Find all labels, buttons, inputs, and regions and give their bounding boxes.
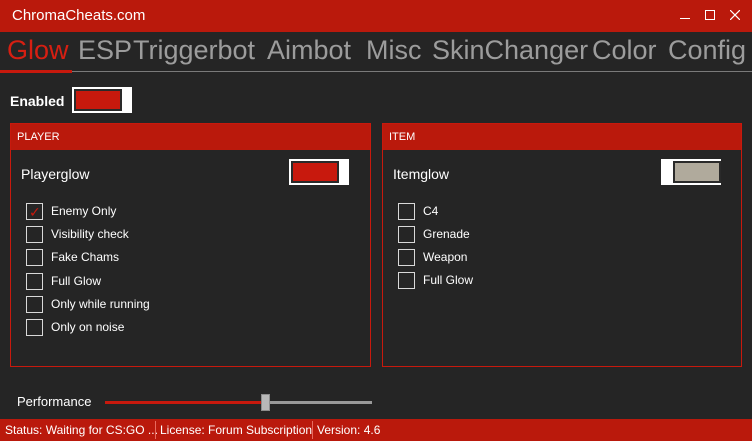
enabled-label: Enabled <box>10 93 65 109</box>
option-label: Enemy Only <box>51 204 117 218</box>
close-button[interactable] <box>726 6 744 24</box>
performance-label: Performance <box>17 394 92 409</box>
close-icon <box>730 10 740 20</box>
option-label: Full Glow <box>51 274 102 288</box>
checkbox[interactable] <box>398 226 415 243</box>
itemglow-toggle-knob <box>663 161 673 183</box>
checkbox[interactable] <box>26 319 43 336</box>
option-label: Visibility check <box>51 227 129 241</box>
option-label: Only while running <box>51 297 150 311</box>
item-panel-header: ITEM <box>383 124 741 150</box>
tab-glow[interactable]: Glow <box>7 35 69 66</box>
minimize-button[interactable] <box>676 6 694 24</box>
maximize-button[interactable] <box>701 6 719 24</box>
checkbox[interactable] <box>398 203 415 220</box>
app-title: ChromaCheats.com <box>12 7 146 24</box>
checkbox[interactable] <box>398 249 415 266</box>
player-panel: PLAYER Playerglow ✓ Enemy Only Visibilit… <box>10 123 371 367</box>
license-text: License: Forum Subscription <box>160 423 313 437</box>
checkbox[interactable] <box>26 226 43 243</box>
checkmark-icon: ✓ <box>29 204 41 220</box>
performance-slider-fill <box>105 401 265 404</box>
option-label: Fake Chams <box>51 250 120 264</box>
status-bar: Status: Waiting for CS:GO ... License: F… <box>0 419 752 441</box>
tab-misc[interactable]: Misc <box>366 35 422 66</box>
active-tab-indicator <box>0 70 72 73</box>
version-text: Version: 4.6 <box>317 423 381 437</box>
tab-color[interactable]: Color <box>592 35 657 66</box>
status-text: Status: Waiting for CS:GO ... <box>5 423 158 437</box>
option-label: C4 <box>423 204 439 218</box>
tab-esp[interactable]: ESP <box>78 35 132 66</box>
checkbox[interactable] <box>26 296 43 313</box>
item-panel: ITEM Itemglow C4 Grenade Weapon Full Glo… <box>382 123 742 367</box>
enabled-toggle[interactable] <box>72 87 132 113</box>
maximize-icon <box>705 10 715 20</box>
status-divider <box>312 421 313 439</box>
tab-config[interactable]: Config <box>668 35 746 66</box>
tab-aimbot[interactable]: Aimbot <box>267 35 351 66</box>
playerglow-toggle[interactable] <box>289 159 349 185</box>
status-divider <box>155 421 156 439</box>
performance-slider[interactable] <box>105 394 372 411</box>
itemglow-label: Itemglow <box>393 166 450 182</box>
player-panel-header: PLAYER <box>11 124 370 150</box>
playerglow-label: Playerglow <box>21 166 90 182</box>
title-bar: ChromaCheats.com <box>0 0 752 32</box>
checkbox[interactable] <box>26 273 43 290</box>
option-label: Weapon <box>423 250 468 264</box>
tab-bar: Glow ESP Triggerbot Aimbot Misc SkinChan… <box>0 32 752 72</box>
tab-skinchanger[interactable]: SkinChanger <box>432 35 588 66</box>
playerglow-toggle-fill <box>291 161 339 183</box>
itemglow-toggle-fill <box>673 161 721 183</box>
performance-slider-thumb[interactable] <box>261 394 270 411</box>
option-label: Grenade <box>423 227 470 241</box>
checkbox[interactable]: ✓ <box>26 203 43 220</box>
tab-triggerbot[interactable]: Triggerbot <box>133 35 255 66</box>
enabled-toggle-fill <box>74 89 122 111</box>
option-label: Only on noise <box>51 320 125 334</box>
minimize-icon <box>680 18 690 19</box>
checkbox[interactable] <box>26 249 43 266</box>
option-label: Full Glow <box>423 273 474 287</box>
itemglow-toggle[interactable] <box>661 159 721 185</box>
checkbox[interactable] <box>398 272 415 289</box>
